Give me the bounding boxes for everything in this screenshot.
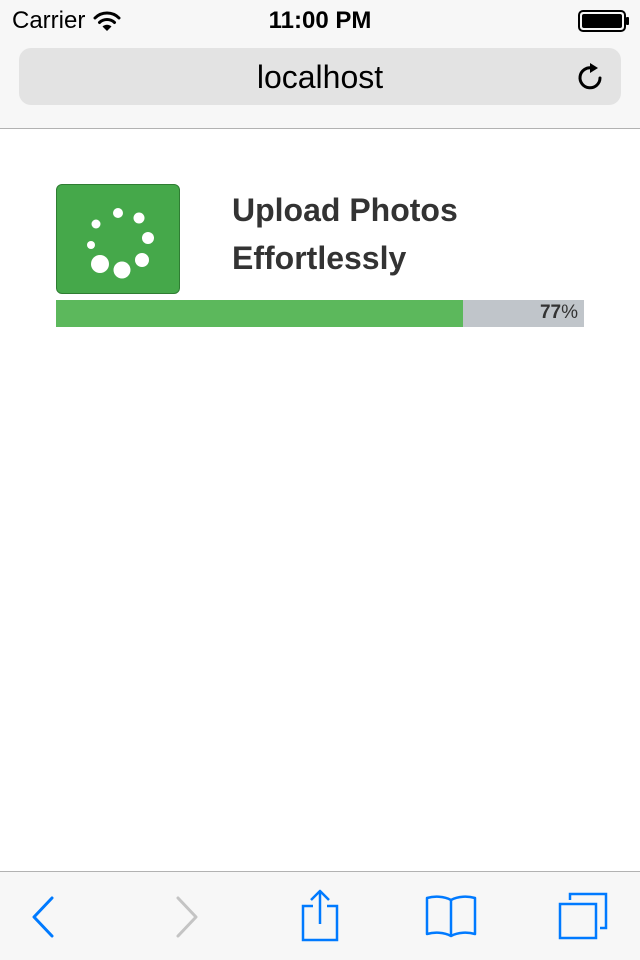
bookmarks-icon[interactable] bbox=[424, 892, 478, 942]
page-content: Upload Photos Effortlessly 77% bbox=[0, 129, 640, 871]
navigation-bar: localhost bbox=[0, 40, 640, 129]
spinner-icon bbox=[87, 208, 154, 279]
safari-screen: Carrier 11:00 PM localhost Upload Photos… bbox=[0, 0, 640, 960]
upload-progress-bar: 77% bbox=[56, 300, 584, 327]
upload-progress-label: 77% bbox=[540, 302, 578, 324]
forward-icon[interactable] bbox=[158, 892, 212, 942]
url-text: localhost bbox=[256, 59, 384, 95]
address-field[interactable]: localhost bbox=[19, 48, 621, 105]
battery-icon bbox=[578, 10, 629, 32]
share-icon[interactable] bbox=[293, 888, 347, 944]
status-time: 11:00 PM bbox=[268, 7, 372, 34]
tabs-icon[interactable] bbox=[556, 892, 610, 942]
upload-title: Upload Photos Effortlessly bbox=[232, 192, 458, 276]
upload-progress-fill bbox=[56, 300, 463, 327]
status-bar: Carrier 11:00 PM bbox=[0, 0, 640, 40]
upload-progress-value: 77 bbox=[539, 302, 562, 323]
bottom-toolbar bbox=[0, 871, 640, 960]
reload-icon[interactable] bbox=[575, 61, 607, 93]
back-icon[interactable] bbox=[18, 892, 72, 942]
upload-progress-unit: % bbox=[561, 302, 578, 323]
upload-icon-box[interactable] bbox=[56, 184, 180, 294]
